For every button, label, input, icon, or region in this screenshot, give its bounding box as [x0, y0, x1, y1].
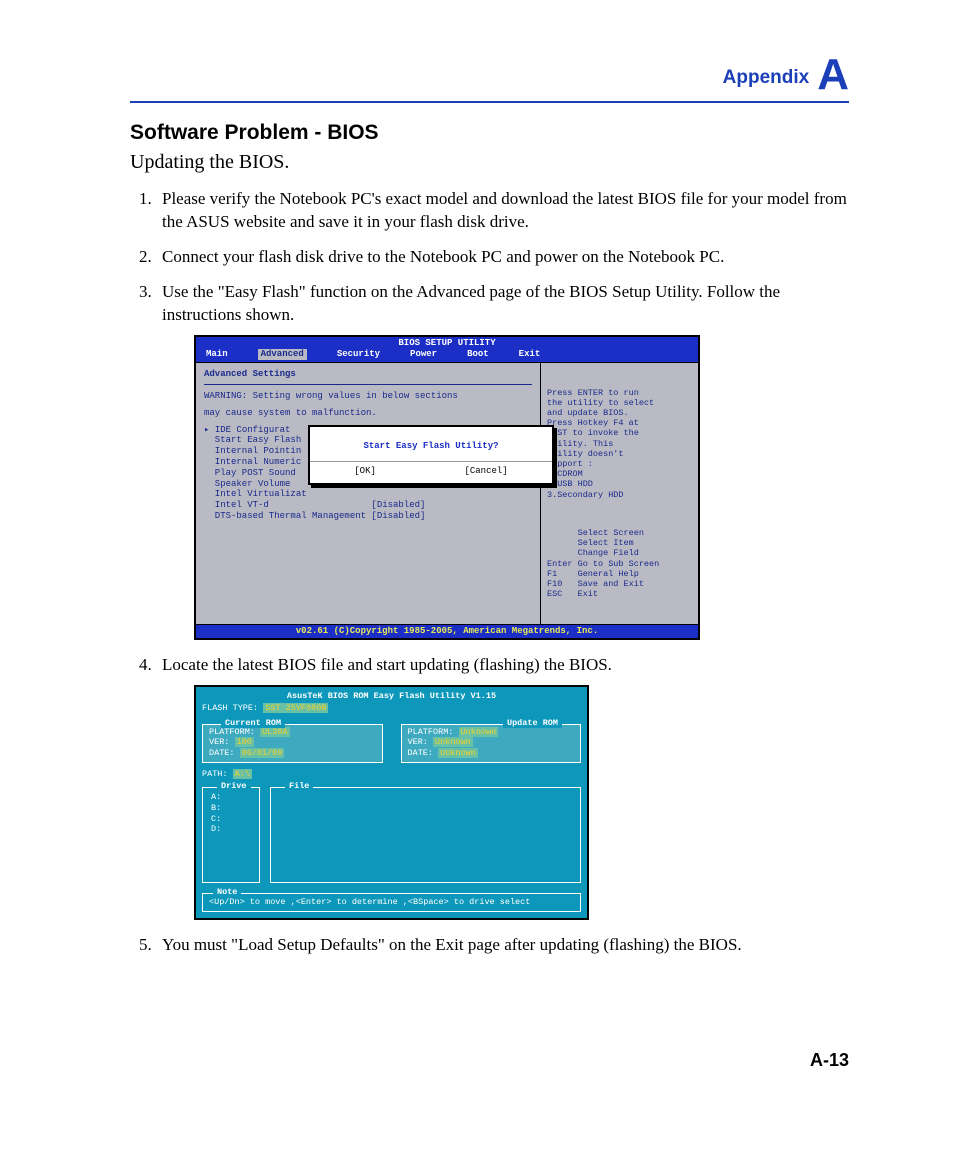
current-rom-box: Current ROM PLATFORM: UL30A VER: 100 DAT…	[202, 724, 383, 763]
flash-type-value: SST 25VF080B	[263, 703, 328, 713]
bios-menu-boot[interactable]: Boot	[467, 349, 489, 360]
note-box: Note <Up/Dn> to move ,<Enter> to determi…	[202, 893, 581, 912]
bios-dialog-question: Start Easy Flash Utility?	[310, 427, 552, 462]
step-4-text: Locate the latest BIOS file and start up…	[162, 655, 612, 674]
flash-title: AsusTeK BIOS ROM Easy Flash Utility V1.1…	[202, 691, 581, 702]
path-label: PATH:	[202, 769, 228, 779]
bios-key-hints: Select Screen Select Item Change Field E…	[547, 528, 692, 599]
step-2: Connect your flash disk drive to the Not…	[156, 246, 849, 269]
cur-date-value: 06/01/09	[240, 748, 285, 758]
upd-platform-value: Unknown	[459, 727, 499, 737]
bios-section-heading: Advanced Settings	[204, 369, 532, 380]
cur-date-label: DATE:	[209, 748, 235, 758]
instructions-list: Please verify the Notebook PC's exact mo…	[130, 188, 849, 957]
upd-date-label: DATE:	[408, 748, 434, 758]
bios-dialog-cancel-button[interactable]: [Cancel]	[464, 466, 507, 477]
upd-date-value: Unknown	[438, 748, 478, 758]
step-3-text: Use the "Easy Flash" function on the Adv…	[162, 282, 780, 324]
section-title: Software Problem - BIOS	[130, 121, 849, 145]
bios-menu-main[interactable]: Main	[206, 349, 228, 360]
page-number: A-13	[810, 1050, 849, 1071]
bios-menu-bar: Main Advanced Security Power Boot Exit	[196, 349, 698, 362]
bios-help-text: Press ENTER to run the utility to select…	[547, 388, 692, 500]
bios-setup-screenshot: BIOS SETUP UTILITY Main Advanced Securit…	[194, 335, 700, 640]
file-legend: File	[285, 781, 313, 792]
step-5: You must "Load Setup Defaults" on the Ex…	[156, 934, 849, 957]
header-appendix-label: Appendix	[723, 67, 810, 89]
header-appendix-letter: A	[817, 55, 849, 95]
path-value: A:\	[233, 769, 252, 779]
easy-flash-screenshot: AsusTeK BIOS ROM Easy Flash Utility V1.1…	[194, 685, 589, 920]
drive-list[interactable]: A: B: C: D:	[211, 792, 253, 835]
page-header: Appendix A	[130, 55, 849, 103]
bios-dialog: Start Easy Flash Utility? [OK] [Cancel]	[308, 425, 554, 486]
upd-ver-value: Unknown	[433, 737, 473, 747]
bios-menu-exit[interactable]: Exit	[519, 349, 541, 360]
bios-footer: v02.61 (C)Copyright 1985-2005, American …	[196, 624, 698, 638]
bios-menu-security[interactable]: Security	[337, 349, 380, 360]
flash-type-label: FLASH TYPE:	[202, 703, 258, 713]
file-list-box[interactable]: File	[270, 787, 581, 883]
bios-dialog-ok-button[interactable]: [OK]	[354, 466, 376, 477]
step-3: Use the "Easy Flash" function on the Adv…	[156, 281, 849, 640]
current-rom-legend: Current ROM	[221, 718, 285, 729]
cur-ver-label: VER:	[209, 737, 229, 747]
bios-menu-power[interactable]: Power	[410, 349, 437, 360]
bios-warning-line2: may cause system to malfunction.	[204, 408, 532, 419]
step-4: Locate the latest BIOS file and start up…	[156, 654, 849, 920]
note-text: <Up/Dn> to move ,<Enter> to determine ,<…	[209, 897, 574, 908]
drive-legend: Drive	[217, 781, 251, 792]
section-subtitle: Updating the BIOS.	[130, 151, 849, 174]
bios-warning-line1: WARNING: Setting wrong values in below s…	[204, 391, 532, 402]
bios-title: BIOS SETUP UTILITY	[196, 337, 698, 350]
upd-ver-label: VER:	[408, 737, 428, 747]
bios-menu-advanced[interactable]: Advanced	[258, 349, 307, 360]
drive-list-box[interactable]: Drive A: B: C: D:	[202, 787, 260, 883]
cur-ver-value: 100	[235, 737, 254, 747]
bios-left-pane: Advanced Settings WARNING: Setting wrong…	[196, 363, 540, 624]
upd-platform-label: PLATFORM:	[408, 727, 454, 737]
bios-right-pane: Press ENTER to run the utility to select…	[540, 363, 698, 624]
note-legend: Note	[213, 887, 241, 898]
update-rom-legend: Update ROM	[503, 718, 562, 729]
update-rom-box: Update ROM PLATFORM: Unknown VER: Unknow…	[401, 724, 582, 763]
step-1: Please verify the Notebook PC's exact mo…	[156, 188, 849, 234]
